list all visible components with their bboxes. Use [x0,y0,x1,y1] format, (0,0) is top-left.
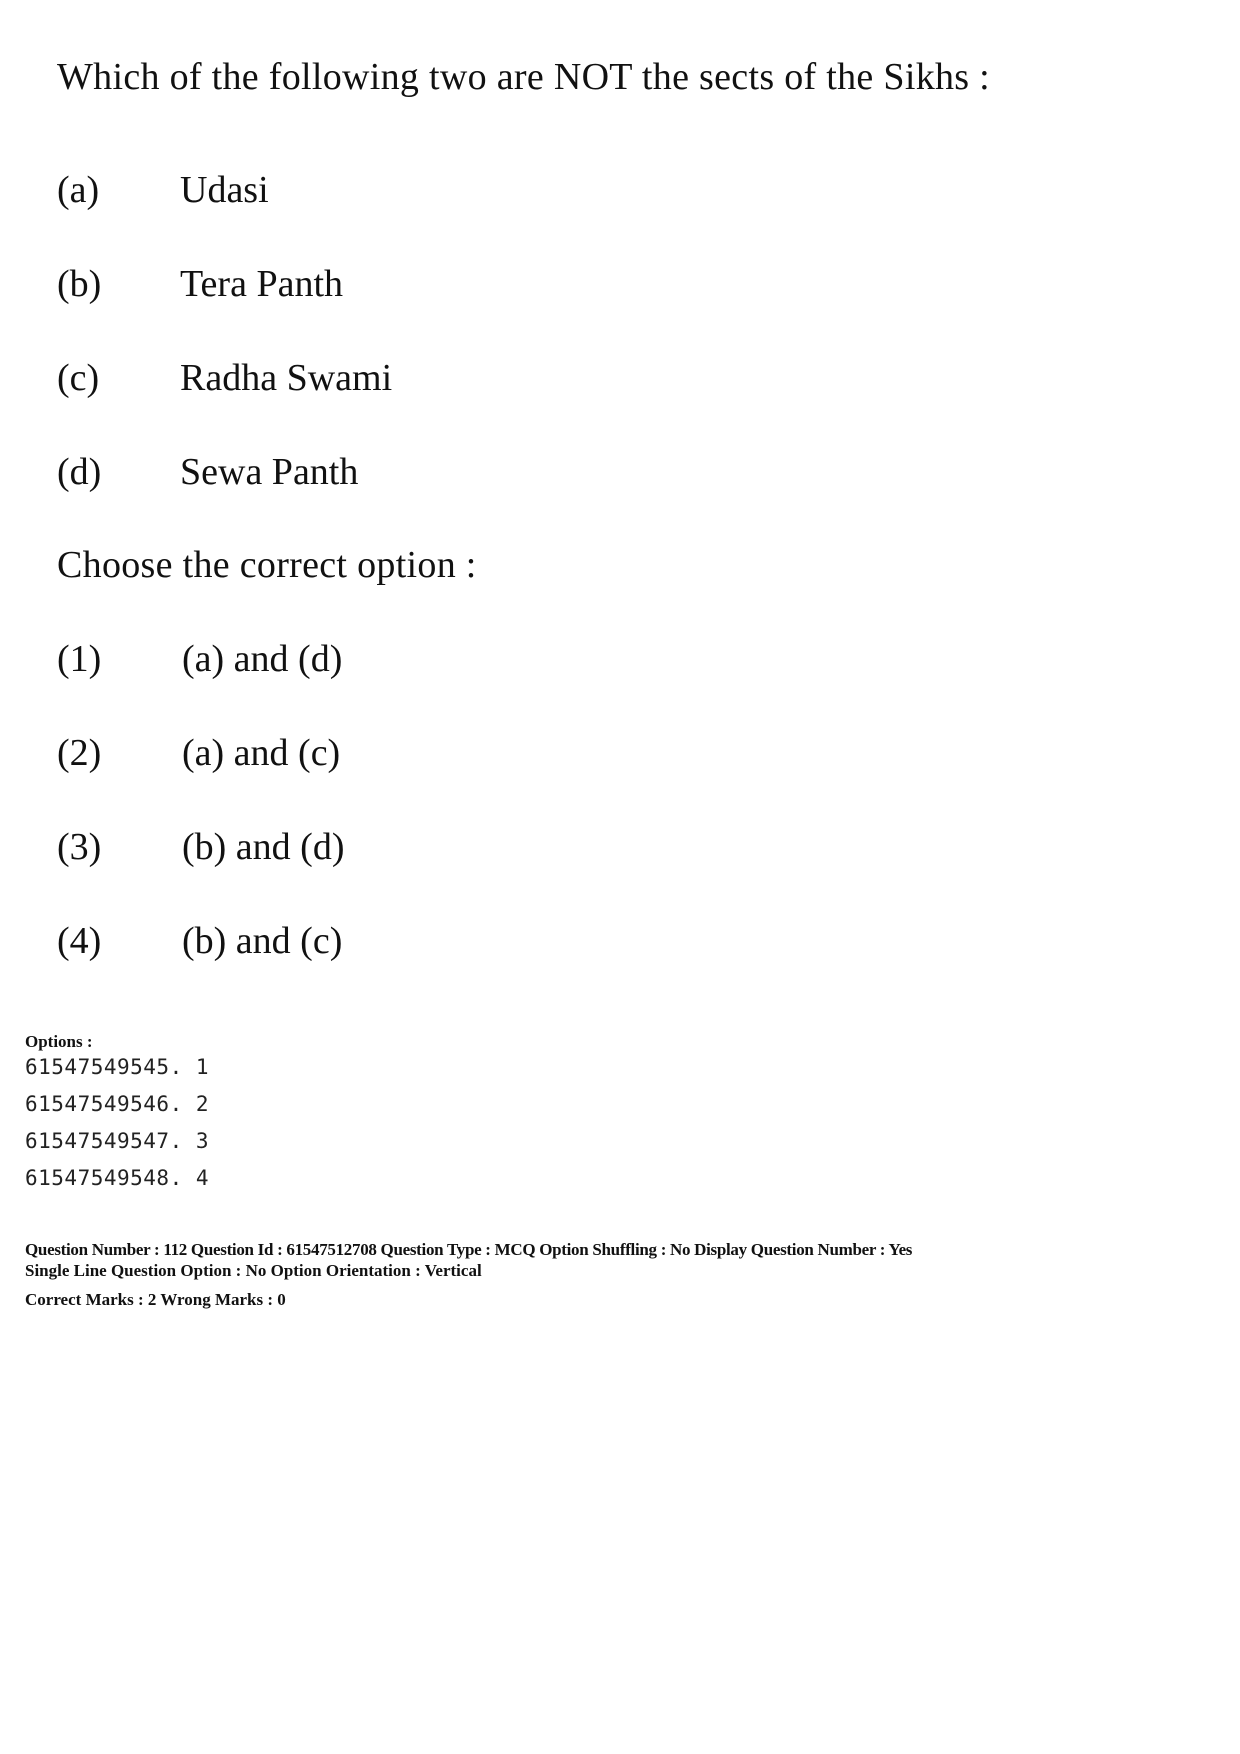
question-meta-line1: Question Number : 112 Question Id : 6154… [25,1240,913,1259]
statement-text: Radha Swami [180,357,393,399]
statement-label: (d) [57,451,102,493]
choice-label: (3) [57,826,102,868]
option-row: 61547549547. 3 [25,1129,210,1153]
statement-label: (b) [57,263,102,305]
choice-label: (2) [57,732,102,774]
option-row: 61547549545. 1 [25,1055,210,1079]
statement-label: (a) [57,169,100,211]
option-row: 61547549548. 4 [25,1166,210,1190]
choose-prompt: Choose the correct option : [57,544,477,586]
statement-text: Udasi [180,169,269,211]
choice-text: (b) and (d) [182,826,345,868]
options-heading: Options : [25,1032,93,1051]
statement-text: Sewa Panth [180,451,359,493]
marks-line: Correct Marks : 2 Wrong Marks : 0 [25,1290,286,1309]
option-row: 61547549546. 2 [25,1092,210,1116]
choice-text: (a) and (d) [182,638,343,680]
choice-text: (b) and (c) [182,920,343,962]
choice-text: (a) and (c) [182,732,341,774]
statement-text: Tera Panth [180,263,344,305]
statement-label: (c) [57,357,100,399]
question-text: Which of the following two are NOT the s… [57,56,991,98]
choice-label: (4) [57,920,102,962]
choice-label: (1) [57,638,102,680]
question-meta-line2: Single Line Question Option : No Option … [25,1261,482,1280]
